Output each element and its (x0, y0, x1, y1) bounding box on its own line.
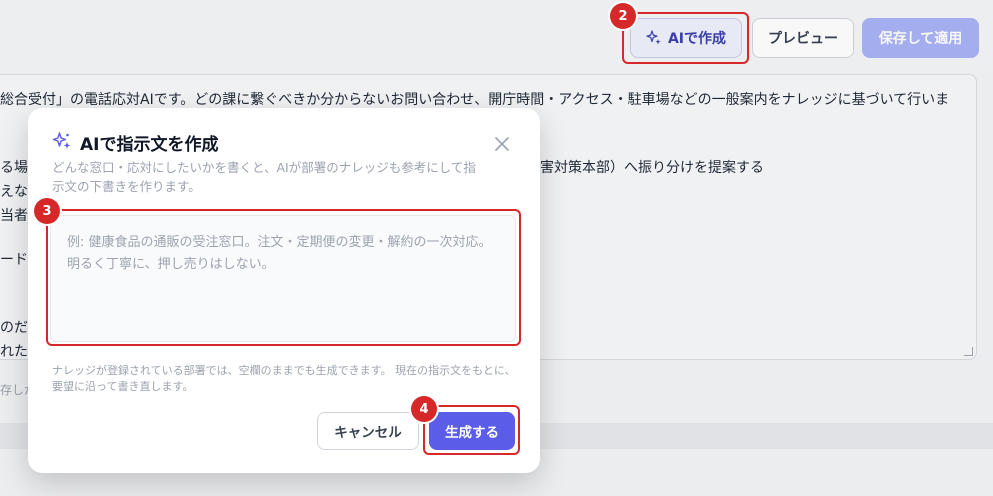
modal-title: AIで指示文を作成 (80, 135, 219, 155)
step-badge-4: 4 (411, 396, 437, 422)
close-icon[interactable] (494, 136, 510, 152)
step-badge-3: 3 (34, 198, 60, 224)
modal-description: どんな窓口・応対にしたいかを書くと、AIが部署のナレッジも参考にして指示文の下書… (52, 160, 476, 194)
modal-note: ナレッジが登録されている部署では、空欄のままでも生成できます。 現在の指示文をも… (52, 364, 516, 393)
step-badge-2: 2 (610, 3, 636, 29)
highlight-generate (423, 405, 520, 455)
cancel-button[interactable]: キャンセル (317, 412, 419, 450)
highlight-ai-create (622, 12, 749, 64)
highlight-textarea (46, 209, 521, 346)
sparkle-icon (52, 132, 71, 149)
cancel-label: キャンセル (334, 425, 402, 441)
